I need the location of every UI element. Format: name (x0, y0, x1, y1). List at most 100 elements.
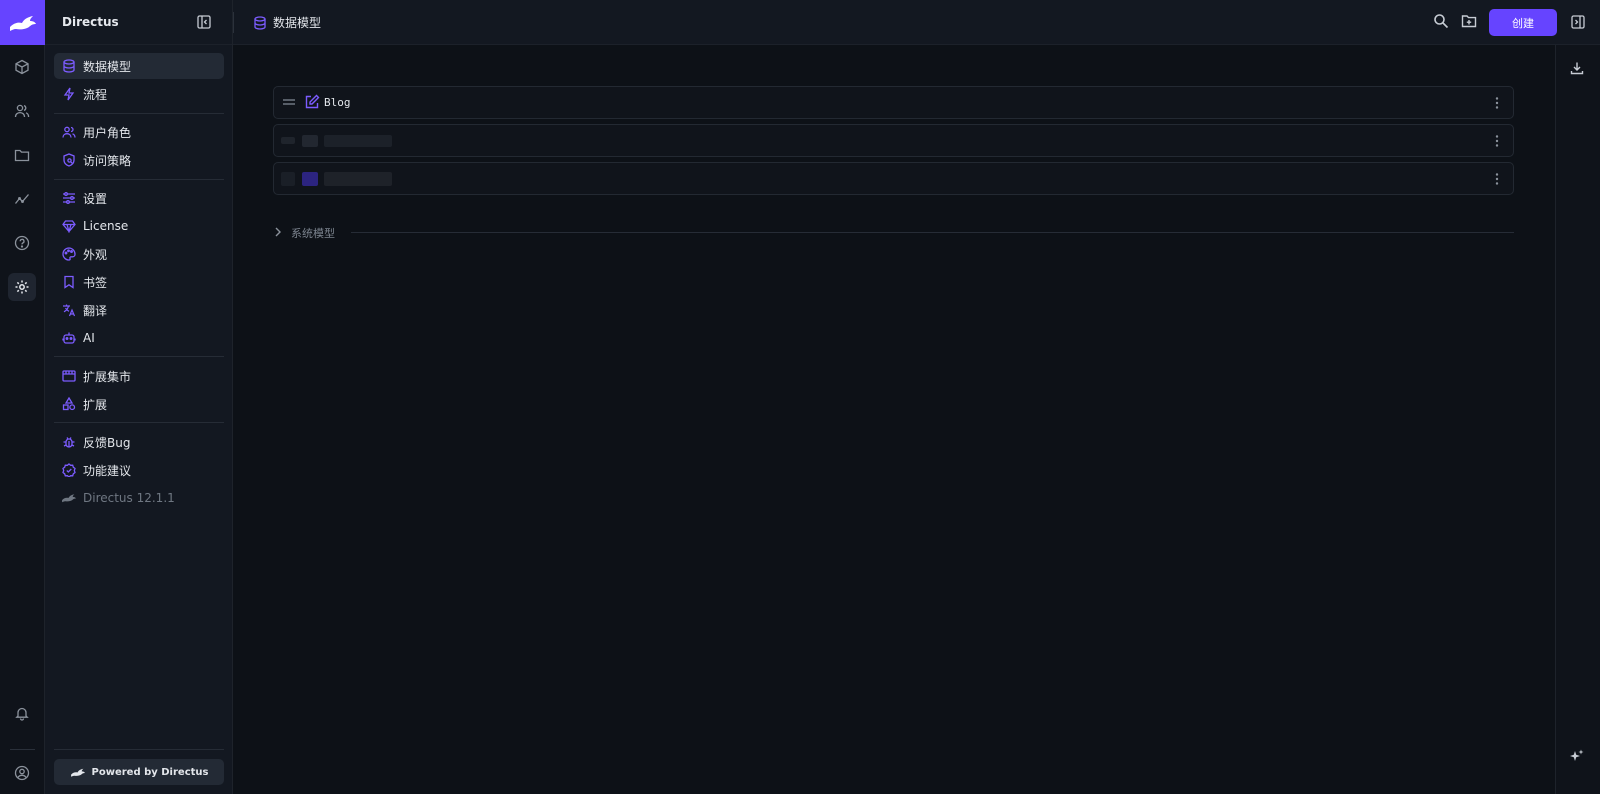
directus-logo[interactable] (0, 0, 45, 45)
system-collections-toggle[interactable]: 系统模型 (273, 225, 1514, 240)
module-bar (0, 0, 45, 794)
edit-note-icon (304, 94, 320, 110)
nav-item-label: 反馈Bug (83, 435, 131, 450)
nav-item-bookmarks[interactable]: 书签 (54, 269, 224, 295)
drag-handle-icon[interactable] (283, 98, 295, 106)
translate-icon (61, 302, 77, 318)
create-folder-icon[interactable] (1461, 13, 1477, 29)
nav-item-label: Directus 12.1.1 (83, 491, 175, 505)
nav-item-label: License (83, 219, 129, 233)
collection-name: Blog (324, 96, 351, 109)
powered-by-directus[interactable]: Powered by Directus (54, 759, 224, 785)
nav-item-label: 设置 (83, 191, 108, 206)
project-name: Directus (62, 15, 119, 29)
navigation-sidebar: Directus 数据模型 流程 用户角色 访问策略 设置 License 外观… (45, 0, 233, 794)
module-bar-divider (10, 749, 35, 750)
shapes-icon (61, 396, 77, 412)
redacted-name (324, 135, 392, 147)
nav-item-license[interactable]: License (54, 213, 224, 239)
divider-line (351, 232, 1514, 233)
redacted-icon (302, 135, 318, 147)
system-collections-label: 系统模型 (291, 227, 335, 240)
nav-item-version[interactable]: Directus 12.1.1 (54, 485, 224, 511)
nav-item-label: 书签 (83, 275, 108, 290)
database-icon (253, 15, 267, 30)
redacted-icon (302, 172, 318, 186)
breadcrumb: 数据模型 (253, 0, 321, 45)
directus-logo-icon (61, 490, 77, 506)
sliders-icon (61, 190, 77, 206)
collection-row-redacted[interactable] (273, 124, 1514, 157)
collection-row-redacted[interactable] (273, 162, 1514, 195)
nav-item-label: 扩展 (83, 397, 108, 412)
nav-item-label: 流程 (83, 87, 108, 102)
nav-item-appearance[interactable]: 外观 (54, 241, 224, 267)
redacted-handle (281, 137, 295, 144)
nav-item-label: 扩展集市 (83, 369, 132, 384)
nav-item-settings[interactable]: 设置 (54, 185, 224, 211)
palette-icon (61, 246, 77, 262)
collections-list: Blog 系统模型 (233, 45, 1555, 794)
nav-divider (54, 356, 224, 357)
nav-item-label: 功能建议 (83, 463, 132, 478)
nav-item-report-bug[interactable]: 反馈Bug (54, 429, 224, 455)
more-vert-icon[interactable] (1489, 133, 1505, 149)
chevron-right-icon (273, 226, 283, 238)
right-sidebar (1555, 45, 1600, 794)
nav-item-ai[interactable]: AI (54, 325, 224, 351)
search-icon[interactable] (1433, 13, 1449, 29)
files-module-icon[interactable] (8, 141, 36, 169)
robot-icon (61, 330, 77, 346)
nav-item-data-model[interactable]: 数据模型 (54, 53, 224, 79)
download-icon[interactable] (1570, 61, 1584, 75)
settings-module-icon[interactable] (8, 273, 36, 301)
nav-item-label: AI (83, 331, 95, 345)
nav-item-marketplace[interactable]: 扩展集市 (54, 363, 224, 389)
nav-item-feature-request[interactable]: 功能建议 (54, 457, 224, 483)
nav-item-extensions[interactable]: 扩展 (54, 391, 224, 417)
users-module-icon[interactable] (8, 97, 36, 125)
bug-icon (61, 434, 77, 450)
group-icon (61, 124, 77, 140)
nav-item-roles[interactable]: 用户角色 (54, 119, 224, 145)
nav-item-flows[interactable]: 流程 (54, 81, 224, 107)
content-module-icon[interactable] (8, 53, 36, 81)
nav-item-label: 翻译 (83, 303, 108, 318)
database-icon (61, 58, 77, 74)
powered-by-label: Powered by Directus (91, 766, 209, 778)
collapse-sidebar-icon[interactable] (197, 15, 211, 29)
collection-row[interactable]: Blog (273, 86, 1514, 119)
ai-sparkle-icon[interactable] (1570, 749, 1584, 763)
help-module-icon[interactable] (8, 229, 36, 257)
page-header: 数据模型 创建 (233, 0, 1600, 45)
nav-item-label: 访问策略 (83, 153, 132, 168)
page-title: 数据模型 (273, 16, 322, 30)
create-button[interactable]: 创建 (1489, 9, 1557, 36)
header-divider (233, 12, 234, 33)
user-avatar-icon[interactable] (8, 759, 36, 787)
bookmark-icon (61, 274, 77, 290)
rabbit-logo-icon (9, 15, 36, 31)
nav-divider (54, 422, 224, 423)
directus-logo-icon (70, 767, 86, 778)
nav-item-label: 用户角色 (83, 125, 132, 140)
more-vert-icon[interactable] (1489, 171, 1505, 187)
nav-item-label: 数据模型 (83, 59, 132, 74)
nav-item-translations[interactable]: 翻译 (54, 297, 224, 323)
nav-header: Directus (45, 0, 232, 45)
nav-item-label: 外观 (83, 247, 108, 262)
redacted-handle (281, 172, 295, 186)
more-vert-icon[interactable] (1489, 95, 1505, 111)
diamond-icon (61, 218, 77, 234)
nav-item-policies[interactable]: 访问策略 (54, 147, 224, 173)
nav-divider (54, 113, 224, 114)
redacted-name (324, 172, 392, 186)
verified-icon (61, 462, 77, 478)
insights-module-icon[interactable] (8, 185, 36, 213)
bolt-icon (61, 86, 77, 102)
storefront-icon (61, 368, 77, 384)
notifications-bell-icon[interactable] (8, 699, 36, 727)
policy-icon (61, 152, 77, 168)
nav-divider (54, 179, 224, 180)
toggle-sidebar-icon[interactable] (1571, 15, 1585, 29)
